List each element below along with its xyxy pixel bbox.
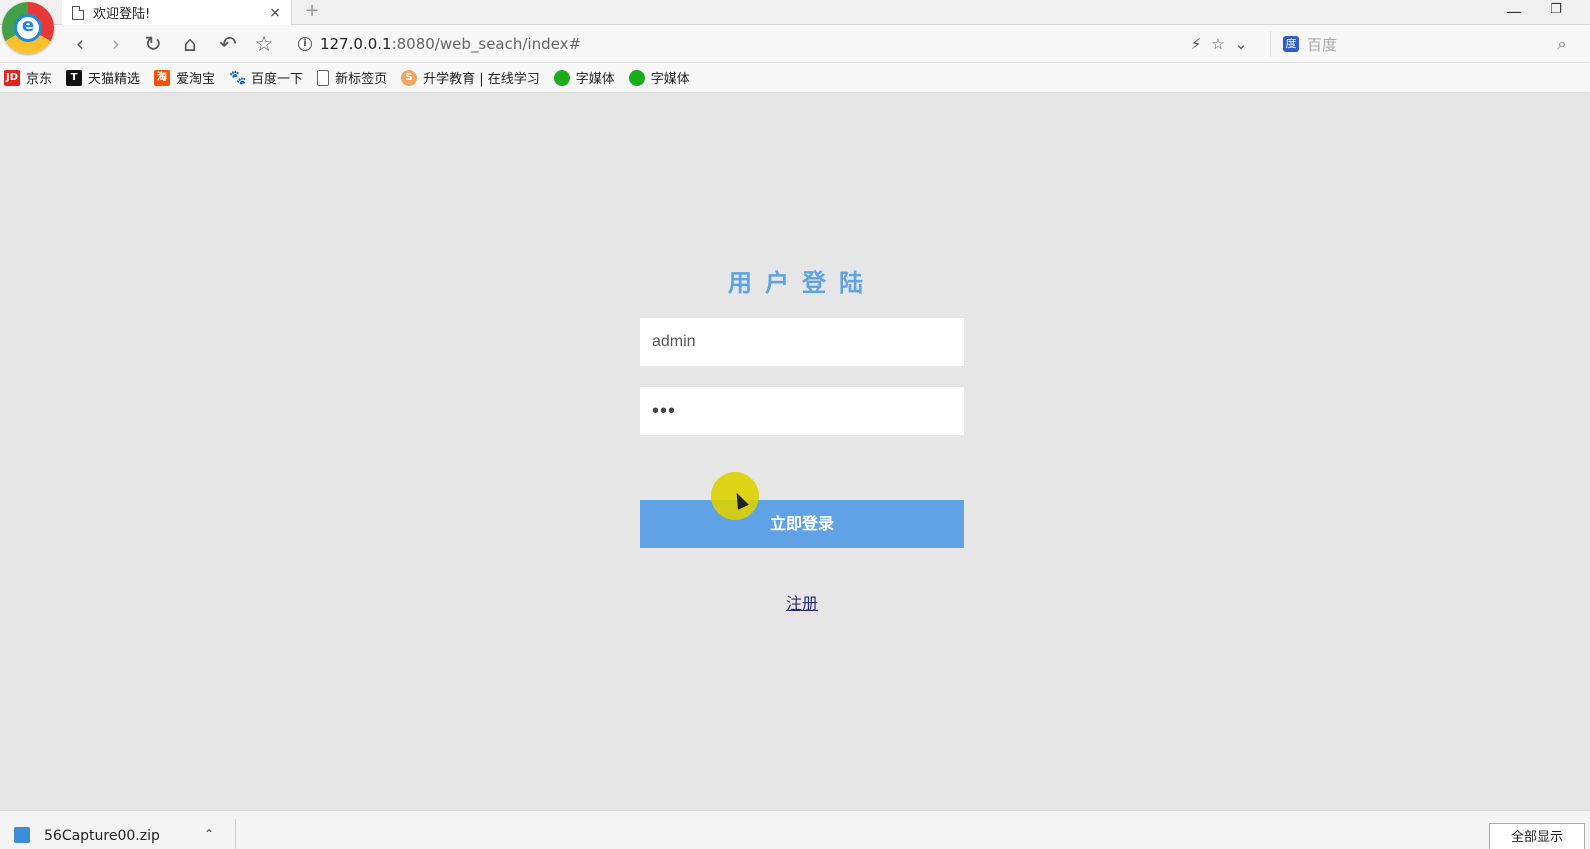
bookmark-jd[interactable]: JD 京东 — [4, 68, 52, 87]
undo-icon[interactable]: ↶ — [215, 31, 241, 57]
tab-close-icon[interactable]: × — [267, 5, 283, 21]
jd-icon: JD — [4, 69, 20, 86]
baidu-icon: 度 — [1283, 36, 1299, 52]
password-input[interactable]: ••• — [640, 387, 964, 435]
back-icon[interactable]: ‹ — [67, 31, 93, 57]
reload-icon[interactable]: ↻ — [140, 31, 166, 57]
bookmark-wechat-1[interactable]: 字媒体 — [553, 68, 615, 87]
login-title: 用户登陆 — [728, 269, 876, 297]
bookmark-wechat-2[interactable]: 字媒体 — [628, 68, 690, 87]
restore-button[interactable]: ❐ — [1544, 2, 1568, 22]
favorite-star-icon[interactable]: ☆ — [251, 31, 277, 57]
bookmark-newtab[interactable]: 新标签页 — [317, 68, 387, 87]
url-host: 127.0.0.1 — [320, 35, 392, 53]
bookmarks-bar: JD 京东 T 天猫精选 淘 爱淘宝 🐾 百度一下 新标签页 S 升学教育 | … — [0, 63, 1590, 93]
bookmark-education[interactable]: S 升学教育 | 在线学习 — [401, 68, 540, 87]
bookmark-label: 爱淘宝 — [176, 72, 216, 87]
tab-active[interactable]: 欢迎登陆! × — [62, 0, 292, 25]
bookmark-label: 天猫精选 — [88, 72, 141, 87]
nav-toolbar: ‹ › ↻ ⌂ ↶ ☆ i 127.0.0.1:8080/web_seach/i… — [0, 25, 1590, 63]
logo-letter: e — [21, 15, 35, 36]
chevron-down-icon[interactable]: ⌄ — [1231, 31, 1251, 57]
login-button[interactable]: 立即登录 — [640, 500, 964, 548]
bookmark-label: 升学教育 | 在线学习 — [423, 72, 540, 87]
forward-icon[interactable]: › — [103, 31, 129, 57]
bookmark-label: 京东 — [26, 72, 53, 87]
education-icon: S — [401, 69, 418, 86]
download-bar: 56Capture00.zip ⌃ 全部显示 — [0, 810, 1590, 849]
browser-logo-icon[interactable]: e — [2, 2, 54, 54]
minimize-button[interactable]: — — [1502, 2, 1526, 22]
new-tab-button[interactable]: + — [300, 0, 324, 25]
page-icon — [72, 5, 84, 20]
bookmark-label: 字媒体 — [650, 72, 690, 87]
bookmark-label: 字媒体 — [575, 72, 615, 87]
search-placeholder: 百度 — [1307, 35, 1338, 54]
site-info-icon[interactable]: i — [298, 37, 312, 51]
taobao-icon: 淘 — [154, 69, 171, 86]
wechat-icon — [628, 69, 645, 86]
zip-file-icon — [14, 827, 30, 843]
chevron-up-icon[interactable]: ⌃ — [204, 827, 214, 841]
address-bar[interactable]: i 127.0.0.1:8080/web_seach/index# — [292, 31, 1254, 57]
bookmark-label: 百度一下 — [251, 72, 304, 87]
bookmark-taobao[interactable]: 淘 爱淘宝 — [154, 68, 215, 87]
home-icon[interactable]: ⌂ — [177, 31, 203, 57]
baidu-paw-icon: 🐾 — [229, 69, 247, 86]
url-path: :8080/web_seach/index# — [391, 35, 582, 53]
show-all-button[interactable]: 全部显示 — [1489, 823, 1585, 849]
download-filename[interactable]: 56Capture00.zip — [44, 828, 160, 844]
search-icon[interactable]: ⌕ — [1552, 34, 1572, 54]
tab-title: 欢迎登陆! — [93, 7, 151, 22]
wechat-icon — [553, 69, 570, 86]
search-box[interactable]: 度 百度 ⌕ — [1270, 31, 1580, 57]
tmall-icon: T — [66, 69, 83, 86]
username-input[interactable]: admin — [640, 318, 964, 366]
register-link[interactable]: 注册 — [640, 590, 964, 614]
bookmark-baidu[interactable]: 🐾 百度一下 — [229, 68, 304, 88]
tab-strip: 欢迎登陆! × + — ❐ — [0, 0, 1590, 25]
divider — [235, 819, 236, 849]
lightning-icon[interactable]: ⚡ — [1186, 31, 1206, 57]
bookmark-tmall[interactable]: T 天猫精选 — [66, 68, 140, 87]
bookmark-star-icon[interactable]: ☆ — [1208, 31, 1228, 57]
bookmark-label: 新标签页 — [335, 72, 388, 87]
page-icon — [317, 69, 330, 86]
